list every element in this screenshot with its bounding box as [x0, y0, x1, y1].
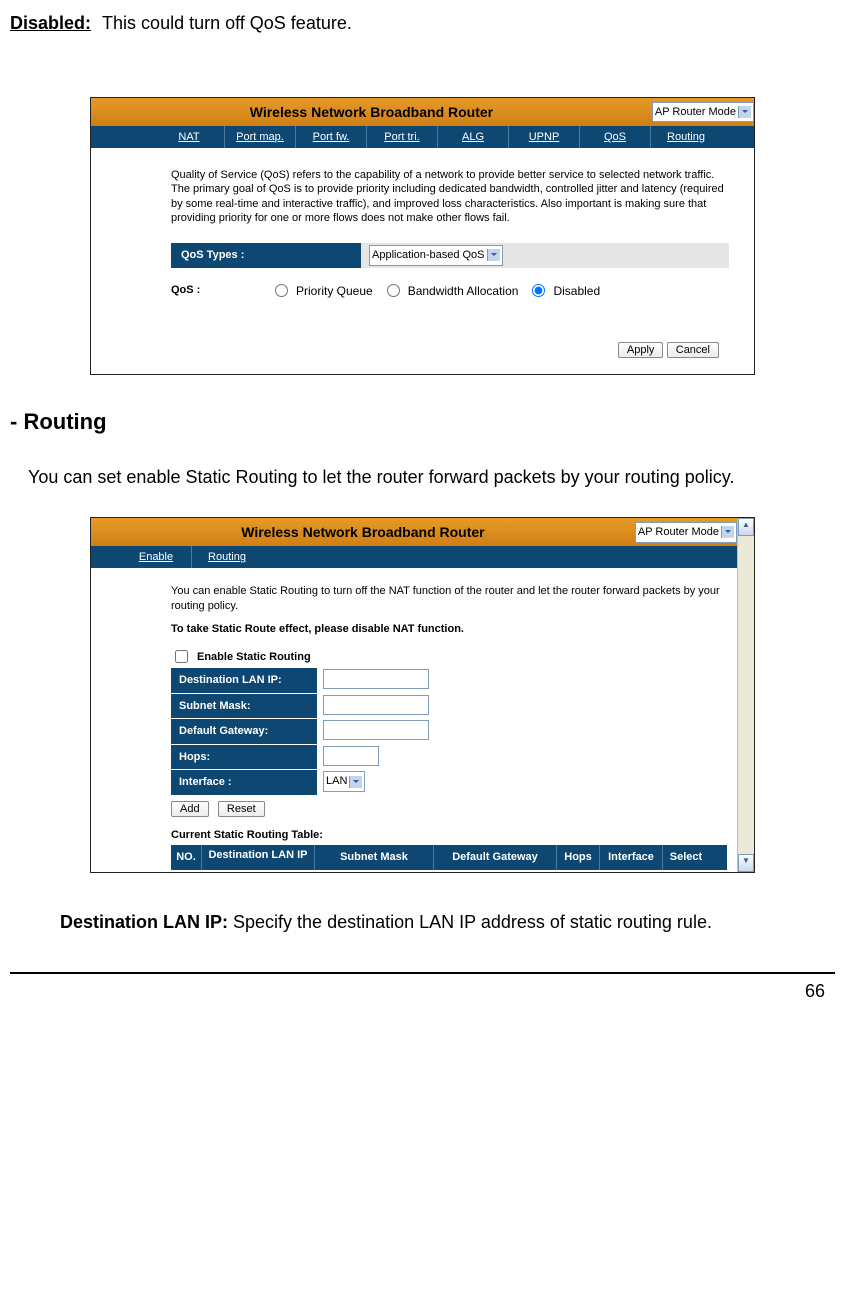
routing-topbar: Wireless Network Broadband Router AP Rou…	[91, 518, 737, 546]
routing-note: To take Static Route effect, please disa…	[171, 621, 727, 638]
page-number: 66	[805, 981, 825, 1001]
routing-heading: - Routing	[10, 405, 835, 438]
th-no: NO.	[171, 845, 202, 870]
qos-button-row: Apply Cancel	[171, 340, 729, 358]
routing-table-header: NO. Destination LAN IP Subnet Mask Defau…	[171, 845, 727, 870]
gw-label: Default Gateway:	[171, 719, 317, 744]
scroll-up-icon[interactable]: ▲	[738, 518, 754, 536]
field-definition: Destination LAN IP: Specify the destinat…	[60, 903, 785, 943]
qos-title: Wireless Network Broadband Router	[91, 102, 652, 123]
qos-types-label: QoS Types :	[171, 243, 361, 268]
mask-input[interactable]	[323, 695, 429, 715]
qos-content: Quality of Service (QoS) refers to the c…	[91, 148, 754, 374]
reset-button[interactable]: Reset	[218, 801, 265, 817]
gw-row: Default Gateway:	[171, 719, 727, 744]
if-label: Interface :	[171, 770, 317, 795]
dest-row: Destination LAN IP:	[171, 668, 727, 693]
tab-qos[interactable]: QoS	[580, 126, 651, 148]
mask-label: Subnet Mask:	[171, 694, 317, 719]
routing-mode-select[interactable]: AP Router Mode	[635, 522, 737, 543]
mask-row: Subnet Mask:	[171, 694, 727, 719]
add-button[interactable]: Add	[171, 801, 209, 817]
table-title: Current Static Routing Table:	[171, 827, 727, 844]
hops-label: Hops:	[171, 745, 317, 770]
qos-description: Quality of Service (QoS) refers to the c…	[171, 168, 729, 225]
th-ip: Destination LAN IP	[202, 845, 315, 870]
radio-disabled[interactable]	[532, 284, 545, 297]
qos-label: QoS :	[171, 282, 261, 299]
routing-desc: You can set enable Static Routing to let…	[10, 458, 835, 498]
vertical-scrollbar[interactable]: ▲ ▼	[737, 518, 754, 872]
cancel-button[interactable]: Cancel	[667, 342, 719, 358]
tab-nat[interactable]: NAT	[154, 126, 225, 148]
field-def-text: Specify the destination LAN IP address o…	[228, 912, 712, 932]
qos-tabs: NAT Port map. Port fw. Port tri. ALG UPN…	[91, 126, 754, 148]
tab-routing2[interactable]: Routing	[192, 546, 262, 568]
chevron-down-icon	[349, 776, 362, 788]
if-select[interactable]: LAN	[323, 771, 365, 792]
tab-upnp[interactable]: UPNP	[509, 126, 580, 148]
hops-input[interactable]	[323, 746, 379, 766]
qos-topbar: Wireless Network Broadband Router AP Rou…	[91, 98, 754, 126]
routing-scroll-area: Wireless Network Broadband Router AP Rou…	[91, 518, 737, 872]
th-if: Interface	[600, 845, 663, 870]
qos-types-value-cell: Application-based QoS	[361, 243, 511, 268]
routing-screenshot: Wireless Network Broadband Router AP Rou…	[90, 517, 755, 873]
tab-portfw[interactable]: Port fw.	[296, 126, 367, 148]
tab-porttri[interactable]: Port tri.	[367, 126, 438, 148]
radio-disabled-label: Disabled	[553, 282, 600, 300]
enable-row: Enable Static Routing	[171, 647, 727, 666]
enable-label: Enable Static Routing	[197, 649, 311, 666]
apply-button[interactable]: Apply	[618, 342, 664, 358]
tab-routing[interactable]: Routing	[651, 126, 721, 148]
page-footer: 66	[10, 972, 835, 1005]
chevron-down-icon	[721, 526, 734, 538]
field-def-label: Destination LAN IP:	[60, 912, 228, 932]
disabled-line: Disabled: This could turn off QoS featur…	[10, 10, 835, 37]
scroll-track[interactable]	[738, 536, 754, 854]
routing-description: You can enable Static Routing to turn of…	[171, 584, 727, 613]
mode-select[interactable]: AP Router Mode	[652, 102, 754, 123]
th-sel: Select	[663, 845, 709, 870]
scroll-down-icon[interactable]: ▼	[738, 854, 754, 872]
th-gw: Default Gateway	[434, 845, 557, 870]
radio-priority[interactable]	[275, 284, 288, 297]
mode-select-value: AP Router Mode	[655, 104, 736, 121]
if-value: LAN	[326, 773, 347, 790]
hops-row: Hops:	[171, 745, 727, 770]
qos-screenshot: Wireless Network Broadband Router AP Rou…	[90, 97, 755, 375]
dest-label: Destination LAN IP:	[171, 668, 317, 693]
disabled-label: Disabled:	[10, 13, 91, 33]
tab-enable[interactable]: Enable	[121, 546, 192, 568]
if-row: Interface : LAN	[171, 770, 727, 795]
routing-mode-value: AP Router Mode	[638, 524, 719, 541]
disabled-text: This could turn off QoS feature.	[102, 13, 352, 33]
radio-priority-label: Priority Queue	[296, 282, 373, 300]
radio-bandwidth-label: Bandwidth Allocation	[408, 282, 519, 300]
qos-types-select[interactable]: Application-based QoS	[369, 245, 503, 266]
routing-tabs: Enable Routing	[91, 546, 737, 568]
routing-title: Wireless Network Broadband Router	[91, 522, 635, 543]
qos-types-row: QoS Types : Application-based QoS	[171, 243, 729, 268]
qos-types-select-value: Application-based QoS	[372, 247, 485, 264]
chevron-down-icon	[738, 106, 751, 118]
gw-input[interactable]	[323, 720, 429, 740]
routing-content: You can enable Static Routing to turn of…	[91, 568, 737, 872]
routing-btn-row: Add Reset	[171, 799, 727, 817]
tab-portmap[interactable]: Port map.	[225, 126, 296, 148]
chevron-down-icon	[487, 249, 500, 261]
qos-radio-row: QoS : Priority Queue Bandwidth Allocatio…	[171, 282, 729, 300]
enable-checkbox[interactable]	[175, 650, 188, 663]
th-hops: Hops	[557, 845, 600, 870]
radio-bandwidth[interactable]	[387, 284, 400, 297]
tab-alg[interactable]: ALG	[438, 126, 509, 148]
th-mask: Subnet Mask	[315, 845, 434, 870]
dest-input[interactable]	[323, 669, 429, 689]
